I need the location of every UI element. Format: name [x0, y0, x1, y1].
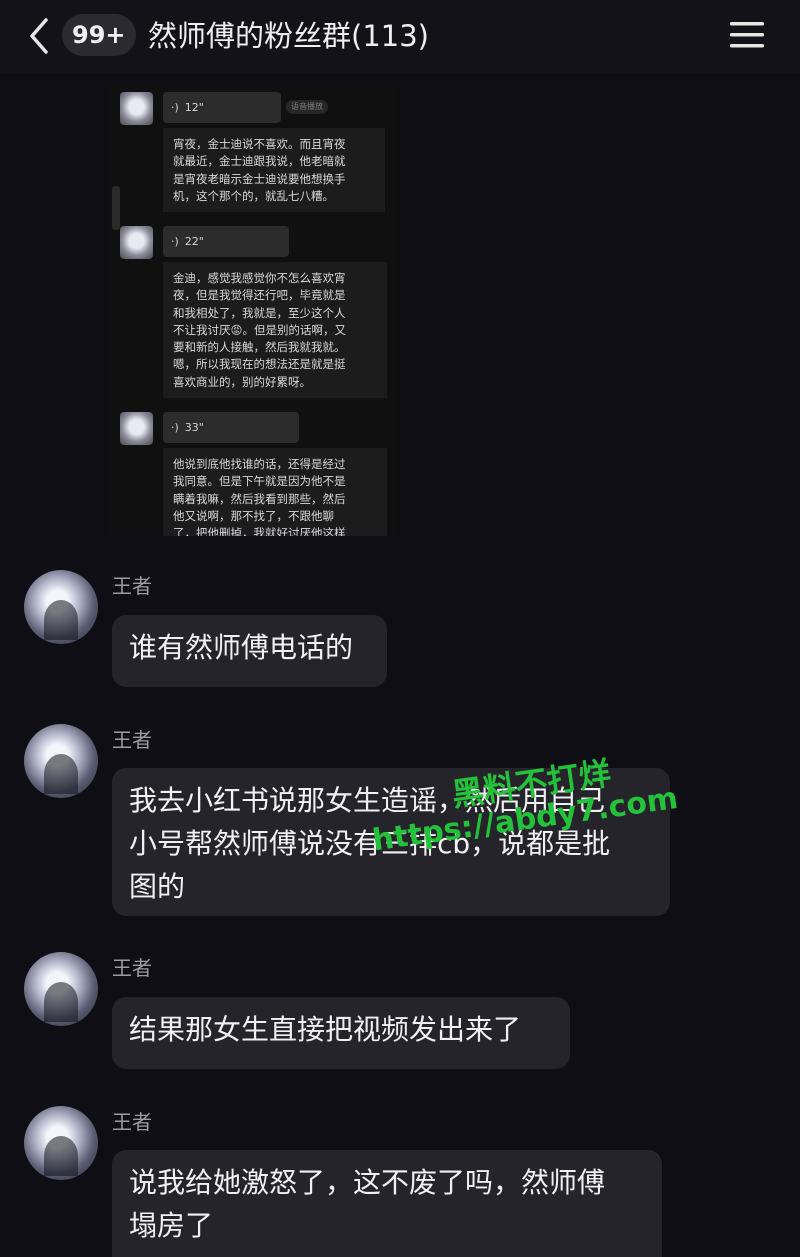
hamburger-menu-icon	[730, 22, 764, 48]
voice-message[interactable]: ·) 22"	[163, 226, 289, 257]
voice-wave-icon: ·)	[171, 235, 179, 248]
voice-message[interactable]: ·) 12"	[163, 92, 281, 123]
voice-wave-icon: ·)	[171, 101, 179, 114]
sender-name: 王者	[112, 956, 152, 980]
voice-transcript: 他说到底他找谁的话，还得是经过 我同意。但是下午就是因为他不是 瞒着我嘛，然后我…	[163, 448, 387, 536]
sender-name: 王者	[112, 1110, 152, 1134]
voice-tag: 语音播放	[286, 100, 328, 114]
sender-name: 王者	[112, 728, 152, 752]
unread-badge[interactable]: 99+	[62, 14, 136, 56]
voice-sender-avatar	[120, 226, 153, 259]
voice-wave-icon: ·)	[171, 421, 179, 434]
chevron-left-icon	[30, 18, 48, 54]
voice-transcript: 宵夜，金士迪说不喜欢。而且宵夜 就最近，金士迪跟我说，他老暗就 是宵夜老暗示金士…	[163, 128, 385, 212]
voice-sender-avatar	[120, 92, 153, 125]
back-button[interactable]	[22, 14, 58, 58]
sender-name: 王者	[112, 574, 152, 598]
message-bubble[interactable]: 说我给她激怒了，这不废了吗，然师傅 塌房了	[112, 1150, 662, 1257]
menu-button[interactable]	[728, 18, 766, 52]
message-bubble[interactable]: 谁有然师傅电话的	[112, 615, 387, 687]
chat-title: 然师傅的粉丝群(113)	[148, 19, 429, 53]
avatar[interactable]	[24, 724, 98, 798]
avatar[interactable]	[24, 570, 98, 644]
chat-header: 99+ 然师傅的粉丝群(113)	[0, 0, 800, 74]
embedded-screenshot-image[interactable]: ·) 12" 语音播放 宵夜，金士迪说不喜欢。而且宵夜 就最近，金士迪跟我说，他老…	[108, 86, 398, 536]
message-bubble[interactable]: 结果那女生直接把视频发出来了	[112, 997, 570, 1069]
avatar[interactable]	[24, 1106, 98, 1180]
message-bubble[interactable]: 我去小红书说那女生造谣，然后用自己 小号帮然师傅说没有三排cb，说都是批 图的	[112, 768, 670, 916]
voice-transcript: 金迪，感觉我感觉你不怎么喜欢宵 夜，但是我觉得还行吧，毕竟就是 和我相处了，我就…	[163, 262, 387, 398]
voice-message[interactable]: ·) 33"	[163, 412, 299, 443]
avatar[interactable]	[24, 952, 98, 1026]
voice-sender-avatar	[120, 412, 153, 445]
scroll-indicator	[112, 186, 120, 230]
